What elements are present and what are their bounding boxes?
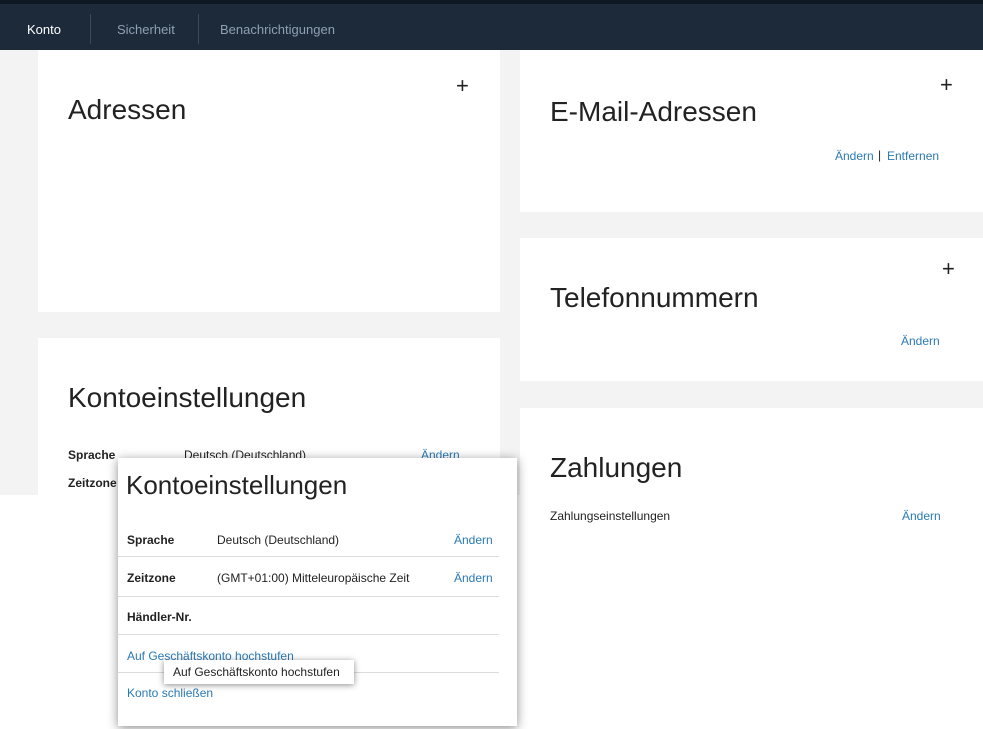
account-settings-popup: Kontoeinstellungen Sprache Deutsch (Deut…	[118, 458, 517, 726]
row-divider	[118, 556, 499, 557]
nav-divider	[90, 14, 91, 44]
payments-card: Zahlungen	[520, 408, 983, 495]
popup-value-timezone: (GMT+01:00) Mitteleuropäische Zeit	[217, 571, 410, 585]
upgrade-tooltip: Auf Geschäftskonto hochstufen	[164, 660, 354, 684]
phone-edit-link[interactable]: Ändern	[901, 334, 940, 348]
email-card: E-Mail-Adressen + Ändern | Entfernen	[520, 50, 983, 212]
popup-timezone-edit-link[interactable]: Ändern	[454, 571, 493, 585]
link-divider: |	[878, 148, 882, 162]
payment-settings-label: Zahlungseinstellungen	[550, 509, 671, 523]
phone-title: Telefonnummern	[550, 282, 759, 313]
addresses-card: Adressen +	[38, 50, 500, 312]
popup-language-edit-link[interactable]: Ändern	[454, 533, 493, 547]
payments-title: Zahlungen	[550, 452, 683, 483]
tab-sicherheit[interactable]: Sicherheit	[117, 4, 175, 50]
payment-edit-link[interactable]: Ändern	[902, 509, 941, 523]
email-edit-link[interactable]: Ändern	[835, 149, 874, 163]
phone-card: Telefonnummern + Ändern	[520, 238, 983, 381]
row-divider	[118, 596, 499, 597]
close-account-link[interactable]: Konto schließen	[127, 686, 213, 700]
tooltip-text: Auf Geschäftskonto hochstufen	[173, 665, 340, 679]
setting-label-language: Sprache	[68, 448, 116, 462]
popup-title: Kontoeinstellungen	[126, 470, 348, 500]
popup-label-language: Sprache	[127, 533, 175, 547]
email-remove-link[interactable]: Entfernen	[887, 149, 939, 163]
top-navbar: Konto Sicherheit Benachrichtigungen	[0, 0, 983, 50]
nav-divider	[198, 14, 199, 44]
row-divider	[118, 634, 499, 635]
add-email-button[interactable]: +	[940, 74, 953, 96]
account-settings-title: Kontoeinstellungen	[68, 382, 307, 413]
tab-benachrichtigungen[interactable]: Benachrichtigungen	[220, 4, 335, 50]
add-phone-button[interactable]: +	[942, 258, 955, 280]
setting-label-timezone: Zeitzone	[68, 476, 117, 490]
tab-konto[interactable]: Konto	[27, 4, 61, 50]
popup-label-timezone: Zeitzone	[127, 571, 176, 585]
popup-label-merchant-id: Händler-Nr.	[127, 610, 192, 624]
add-address-button[interactable]: +	[456, 75, 469, 97]
addresses-title: Adressen	[68, 94, 187, 125]
email-title: E-Mail-Adressen	[550, 96, 757, 127]
popup-value-language: Deutsch (Deutschland)	[217, 533, 340, 547]
